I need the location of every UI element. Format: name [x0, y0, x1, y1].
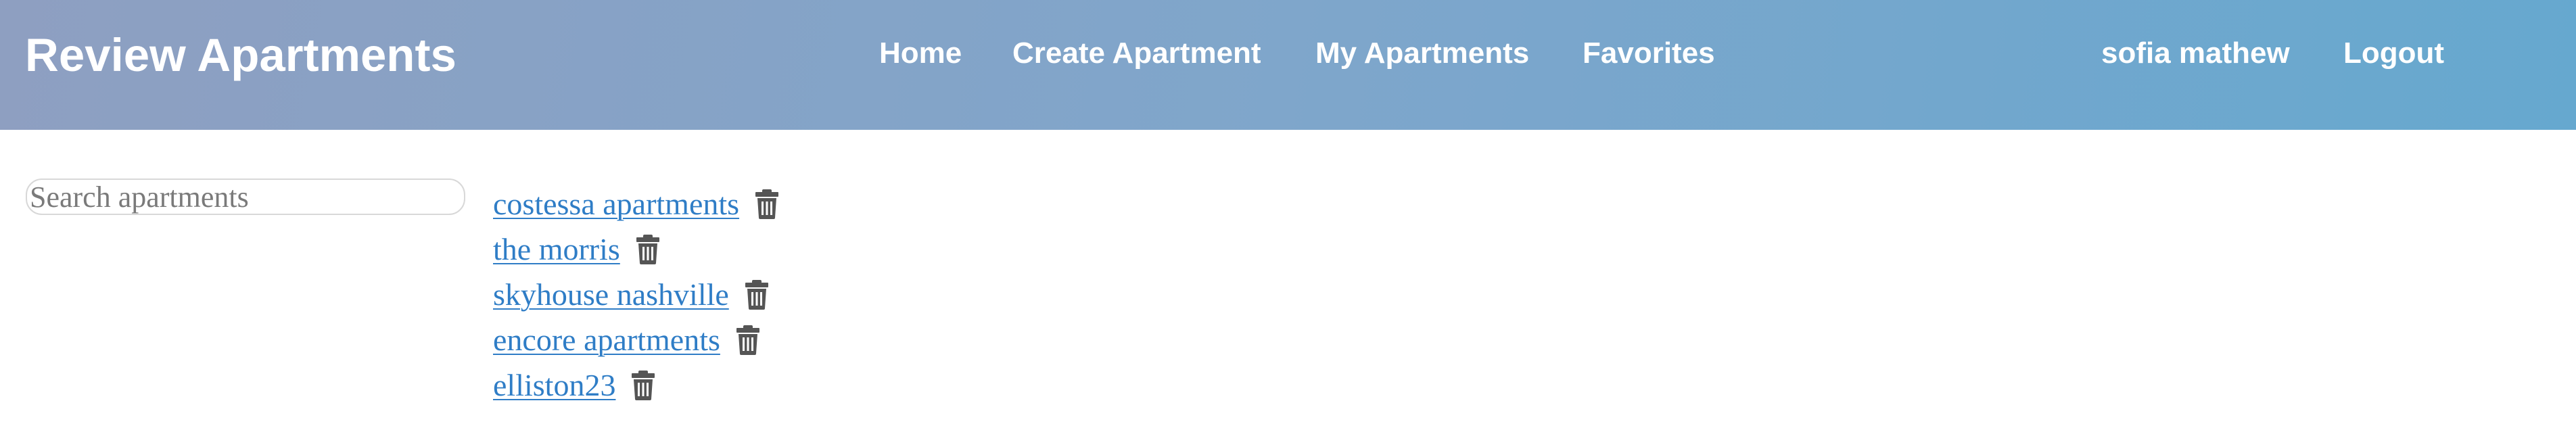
trash-icon[interactable]: [745, 279, 768, 310]
apartment-list: costessa apartments the morris skyhouse …: [493, 181, 779, 408]
list-item: costessa apartments: [493, 181, 779, 227]
list-item: elliston23: [493, 362, 778, 408]
top-navbar: Review Apartments Home Create Apartment …: [0, 0, 2576, 130]
trash-icon[interactable]: [755, 189, 779, 219]
trash-icon[interactable]: [632, 370, 655, 400]
nav-favorites-link[interactable]: Favorites: [1583, 37, 1715, 70]
trash-icon[interactable]: [736, 325, 759, 355]
nav-my-apartments-link[interactable]: My Apartments: [1315, 37, 1529, 70]
nav-home-link[interactable]: Home: [879, 37, 962, 70]
list-item: the morris: [493, 227, 778, 272]
list-item: skyhouse nashville: [493, 272, 778, 317]
apartment-link[interactable]: elliston23: [493, 367, 615, 403]
nav-create-apartment-link[interactable]: Create Apartment: [1012, 37, 1261, 70]
apartment-link[interactable]: costessa apartments: [493, 186, 739, 222]
list-item: encore apartments: [493, 317, 778, 362]
user-name-link[interactable]: sofia mathew: [2101, 37, 2290, 70]
logout-link[interactable]: Logout: [2343, 37, 2444, 70]
apartment-link[interactable]: encore apartments: [493, 322, 720, 358]
search-input[interactable]: [26, 179, 465, 215]
apartment-link[interactable]: skyhouse nashville: [493, 277, 729, 312]
brand-title[interactable]: Review Apartments: [25, 28, 456, 82]
trash-icon[interactable]: [636, 234, 659, 264]
apartment-link[interactable]: the morris: [493, 231, 620, 267]
